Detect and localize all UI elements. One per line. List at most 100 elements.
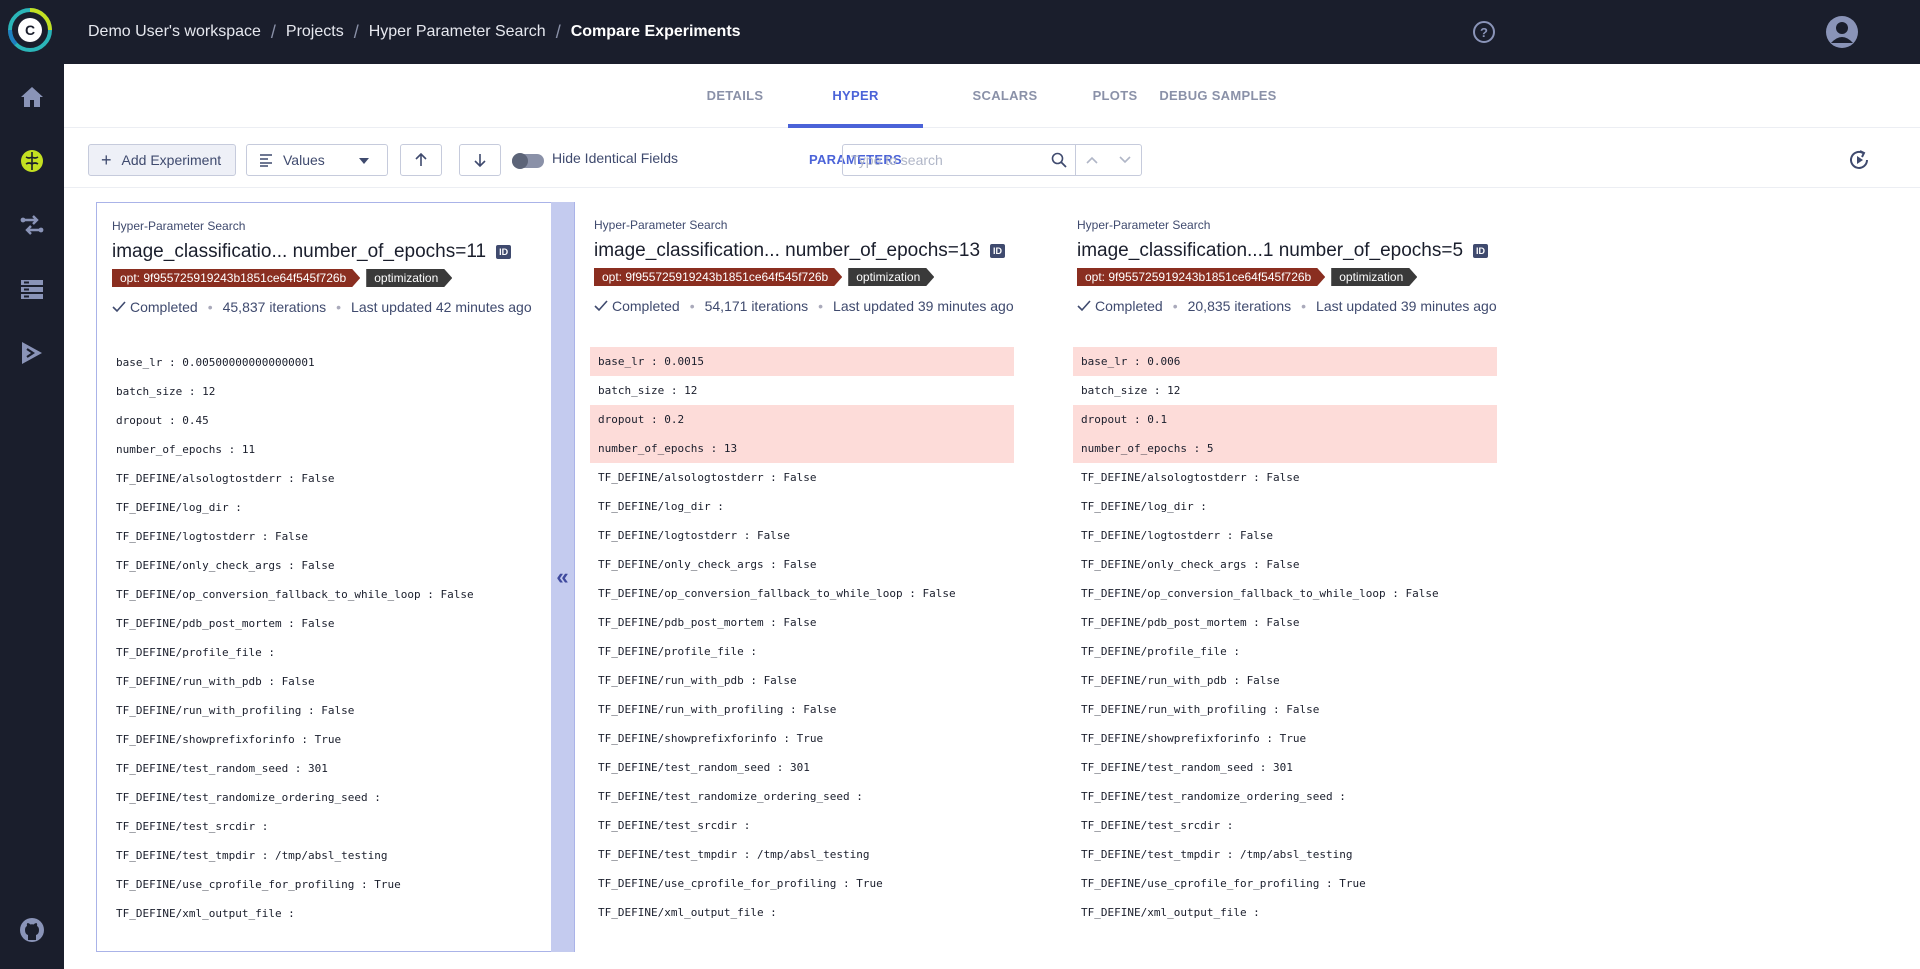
tag-opt[interactable]: opt: 9f955725919243b1851ce64f545f726b — [1077, 268, 1325, 286]
values-select[interactable]: Values — [246, 144, 388, 176]
param-row[interactable]: TF_DEFINE/pdb_post_mortem : False — [108, 609, 532, 638]
clearml-logo-icon[interactable]: C — [8, 8, 52, 52]
collapse-panel-button[interactable]: « — [551, 202, 575, 952]
param-row[interactable]: TF_DEFINE/test_srcdir : — [108, 812, 532, 841]
param-row[interactable]: TF_DEFINE/alsologtostderr : False — [108, 464, 532, 493]
param-row[interactable]: number_of_epochs : 11 — [108, 435, 532, 464]
param-row[interactable]: TF_DEFINE/test_random_seed : 301 — [1073, 753, 1497, 782]
param-row[interactable]: base_lr : 0.006 — [1073, 347, 1497, 376]
param-row[interactable]: TF_DEFINE/xml_output_file : — [590, 898, 1014, 927]
experiment-name-text[interactable]: image_classification...1 number_of_epoch… — [1077, 240, 1463, 262]
param-row[interactable]: TF_DEFINE/use_cprofile_for_profiling : T… — [1073, 869, 1497, 898]
search-next-button[interactable] — [1109, 145, 1142, 175]
param-row[interactable]: number_of_epochs : 13 — [590, 434, 1014, 463]
param-row[interactable]: dropout : 0.1 — [1073, 405, 1497, 434]
param-row[interactable]: batch_size : 12 — [590, 376, 1014, 405]
param-row[interactable]: TF_DEFINE/run_with_profiling : False — [108, 696, 532, 725]
param-row[interactable]: TF_DEFINE/op_conversion_fallback_to_whil… — [1073, 579, 1497, 608]
tab-hyper-parameters[interactable]: HYPER PARAMETERS — [788, 64, 923, 167]
help-icon[interactable]: ? — [1471, 19, 1497, 45]
datasets-icon[interactable] — [16, 273, 48, 305]
param-row[interactable]: dropout : 0.45 — [108, 406, 532, 435]
user-avatar-icon[interactable] — [1825, 15, 1859, 49]
tab-scalars[interactable]: SCALARS — [965, 64, 1045, 128]
hide-identical-toggle[interactable] — [512, 153, 544, 169]
id-badge[interactable]: ID — [1473, 244, 1489, 258]
param-row[interactable]: TF_DEFINE/only_check_args : False — [1073, 550, 1497, 579]
param-row[interactable]: number_of_epochs : 5 — [1073, 434, 1497, 463]
breadcrumb-workspace[interactable]: Demo User's workspace — [88, 23, 261, 41]
param-row[interactable]: TF_DEFINE/xml_output_file : — [1073, 898, 1497, 927]
param-row[interactable]: TF_DEFINE/log_dir : — [108, 493, 532, 522]
next-diff-button[interactable] — [459, 144, 501, 176]
param-row[interactable]: TF_DEFINE/test_tmpdir : /tmp/absl_testin… — [590, 840, 1014, 869]
pipelines-icon[interactable] — [16, 209, 48, 241]
experiment-name[interactable]: image_classification... number_of_epochs… — [594, 240, 1006, 262]
refresh-icon[interactable] — [1847, 148, 1871, 172]
param-row[interactable]: TF_DEFINE/pdb_post_mortem : False — [1073, 608, 1497, 637]
param-row[interactable]: TF_DEFINE/xml_output_file : — [108, 899, 532, 928]
param-row[interactable]: TF_DEFINE/only_check_args : False — [108, 551, 532, 580]
previous-diff-button[interactable] — [400, 144, 442, 176]
home-icon[interactable] — [16, 81, 48, 113]
param-row[interactable]: TF_DEFINE/test_randomize_ordering_seed : — [1073, 782, 1497, 811]
tab-plots[interactable]: PLOTS — [1075, 64, 1155, 128]
param-row[interactable]: TF_DEFINE/run_with_profiling : False — [590, 695, 1014, 724]
breadcrumb-projects[interactable]: Projects — [286, 23, 344, 41]
param-row[interactable]: TF_DEFINE/log_dir : — [1073, 492, 1497, 521]
param-row[interactable]: TF_DEFINE/only_check_args : False — [590, 550, 1014, 579]
param-row[interactable]: TF_DEFINE/showprefixforinfo : True — [1073, 724, 1497, 753]
tag-optimization[interactable]: optimization — [366, 269, 452, 287]
param-row[interactable]: batch_size : 12 — [1073, 376, 1497, 405]
param-row[interactable]: TF_DEFINE/test_srcdir : — [1073, 811, 1497, 840]
brain-icon[interactable] — [16, 145, 48, 177]
experiment-name[interactable]: image_classification...1 number_of_epoch… — [1077, 240, 1489, 262]
param-row[interactable]: TF_DEFINE/test_random_seed : 301 — [108, 754, 532, 783]
param-row[interactable]: TF_DEFINE/run_with_pdb : False — [590, 666, 1014, 695]
param-row[interactable]: TF_DEFINE/test_srcdir : — [590, 811, 1014, 840]
param-row[interactable]: TF_DEFINE/run_with_pdb : False — [1073, 666, 1497, 695]
param-row[interactable]: TF_DEFINE/use_cprofile_for_profiling : T… — [590, 869, 1014, 898]
param-row[interactable]: TF_DEFINE/test_tmpdir : /tmp/absl_testin… — [1073, 840, 1497, 869]
tag-opt[interactable]: opt: 9f955725919243b1851ce64f545f726b — [594, 268, 842, 286]
search-input[interactable] — [851, 145, 1047, 175]
param-row[interactable]: base_lr : 0.005000000000000001 — [108, 348, 532, 377]
param-row[interactable]: TF_DEFINE/test_randomize_ordering_seed : — [108, 783, 532, 812]
param-row[interactable]: dropout : 0.2 — [590, 405, 1014, 434]
tag-opt[interactable]: opt: 9f955725919243b1851ce64f545f726b — [112, 269, 360, 287]
param-row[interactable]: TF_DEFINE/logtostderr : False — [1073, 521, 1497, 550]
tag-optimization[interactable]: optimization — [848, 268, 934, 286]
param-row[interactable]: TF_DEFINE/logtostderr : False — [108, 522, 532, 551]
param-row[interactable]: TF_DEFINE/showprefixforinfo : True — [590, 724, 1014, 753]
id-badge[interactable]: ID — [496, 245, 512, 259]
tag-optimization[interactable]: optimization — [1331, 268, 1417, 286]
param-row[interactable]: TF_DEFINE/pdb_post_mortem : False — [590, 608, 1014, 637]
param-row[interactable]: TF_DEFINE/op_conversion_fallback_to_whil… — [108, 580, 532, 609]
experiment-name-text[interactable]: image_classificatio... number_of_epochs=… — [112, 241, 486, 263]
param-row[interactable]: TF_DEFINE/test_randomize_ordering_seed : — [590, 782, 1014, 811]
add-experiment-button[interactable]: + Add Experiment — [88, 144, 236, 176]
param-row[interactable]: TF_DEFINE/log_dir : — [590, 492, 1014, 521]
param-row[interactable]: base_lr : 0.0015 — [590, 347, 1014, 376]
param-row[interactable]: TF_DEFINE/profile_file : — [590, 637, 1014, 666]
param-row[interactable]: TF_DEFINE/run_with_profiling : False — [1073, 695, 1497, 724]
experiment-name-text[interactable]: image_classification... number_of_epochs… — [594, 240, 980, 262]
param-row[interactable]: TF_DEFINE/test_random_seed : 301 — [590, 753, 1014, 782]
breadcrumb-project[interactable]: Hyper Parameter Search — [369, 23, 546, 41]
experiment-name[interactable]: image_classificatio... number_of_epochs=… — [112, 241, 512, 263]
orchestration-icon[interactable] — [16, 337, 48, 369]
param-row[interactable]: batch_size : 12 — [108, 377, 532, 406]
tab-details[interactable]: DETAILS — [695, 64, 775, 128]
tab-debug-samples[interactable]: DEBUG SAMPLES — [1158, 64, 1278, 128]
param-row[interactable]: TF_DEFINE/logtostderr : False — [590, 521, 1014, 550]
param-row[interactable]: TF_DEFINE/showprefixforinfo : True — [108, 725, 532, 754]
param-row[interactable]: TF_DEFINE/use_cprofile_for_profiling : T… — [108, 870, 532, 899]
param-row[interactable]: TF_DEFINE/alsologtostderr : False — [1073, 463, 1497, 492]
search-prev-button[interactable] — [1076, 145, 1109, 175]
param-row[interactable]: TF_DEFINE/op_conversion_fallback_to_whil… — [590, 579, 1014, 608]
param-row[interactable]: TF_DEFINE/profile_file : — [108, 638, 532, 667]
param-row[interactable]: TF_DEFINE/profile_file : — [1073, 637, 1497, 666]
param-row[interactable]: TF_DEFINE/alsologtostderr : False — [590, 463, 1014, 492]
param-row[interactable]: TF_DEFINE/test_tmpdir : /tmp/absl_testin… — [108, 841, 532, 870]
github-icon[interactable] — [16, 914, 48, 946]
